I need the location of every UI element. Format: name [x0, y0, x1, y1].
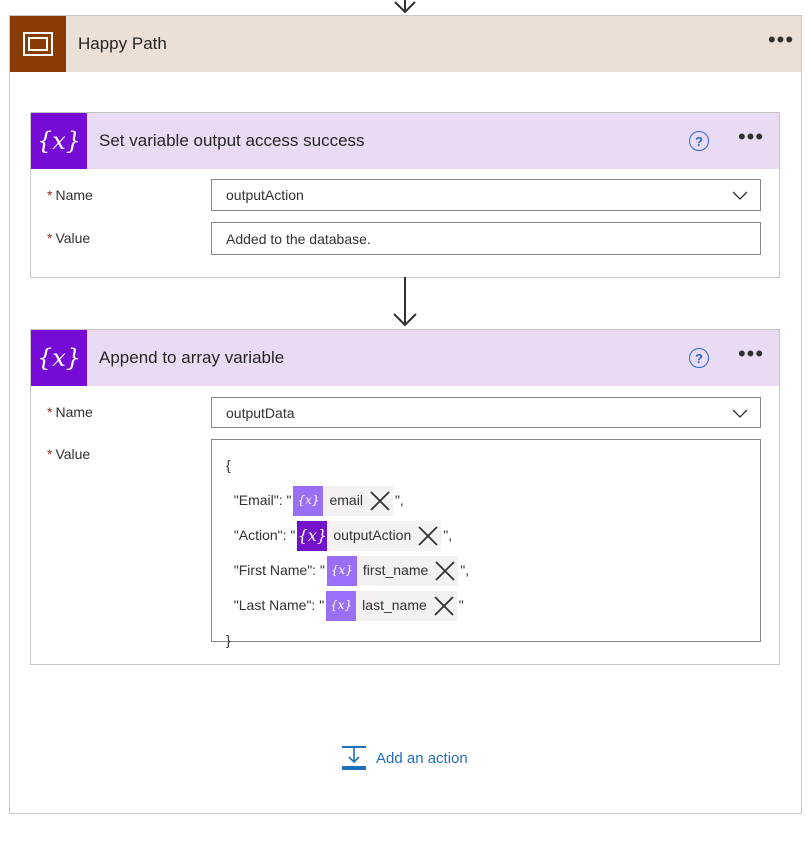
value-json-editor[interactable]: { "Email": " {x} email ", "Action": " {x…	[211, 439, 761, 648]
json-suffix: "	[458, 597, 464, 613]
name-field-label: * Name	[47, 404, 93, 420]
name-field-label: * Name	[47, 187, 93, 203]
json-line-last-name: "Last Name": " {x} last_name "	[226, 588, 746, 623]
token-label: last_name	[362, 597, 427, 613]
remove-token-icon[interactable]	[433, 595, 455, 617]
json-key: "Email": "	[226, 492, 292, 508]
append-array-card-header[interactable]: {x} Append to array variable ? •••	[31, 330, 779, 386]
set-variable-card-header[interactable]: {x} Set variable output access success ?…	[31, 113, 779, 169]
dynamic-token-output-action[interactable]: {x} outputAction	[297, 520, 442, 551]
chevron-down-icon	[732, 409, 748, 418]
scope-more-options-icon[interactable]: •••	[761, 29, 801, 51]
scope-title: Happy Path	[78, 34, 167, 53]
connector-arrow-top	[394, 0, 416, 14]
add-action-label: Add an action	[376, 749, 468, 767]
json-line-first-name: "First Name": " {x} first_name ",	[226, 553, 746, 588]
connector-arrow	[393, 277, 417, 327]
append-array-card-title: Append to array variable	[99, 348, 285, 367]
value-label: Value	[55, 230, 91, 246]
json-key: "First Name": "	[226, 562, 325, 578]
set-variable-more-options-icon[interactable]: •••	[731, 126, 771, 148]
value-input-text: Added to the database.	[226, 230, 371, 247]
help-icon[interactable]: ?	[689, 348, 709, 368]
help-icon[interactable]: ?	[689, 131, 709, 151]
remove-token-icon[interactable]	[369, 490, 391, 512]
value-input[interactable]: Added to the database.	[211, 222, 761, 255]
required-asterisk: *	[47, 187, 53, 203]
value-label: Value	[55, 446, 91, 462]
scope-header[interactable]: Happy Path •••	[10, 16, 801, 72]
dynamic-token-email[interactable]: {x} email	[293, 485, 393, 516]
dynamic-token-first-name[interactable]: {x} first_name	[326, 555, 459, 586]
required-asterisk: *	[47, 446, 53, 462]
remove-token-icon[interactable]	[417, 525, 439, 547]
json-key: "Action": "	[226, 527, 296, 543]
variable-token-icon: {x}	[297, 520, 328, 551]
required-asterisk: *	[47, 404, 53, 420]
token-label: outputAction	[333, 527, 412, 543]
chevron-down-icon	[732, 191, 748, 200]
value-field-label: * Value	[47, 230, 90, 246]
json-suffix: ",	[394, 492, 404, 508]
token-label: first_name	[362, 562, 429, 578]
json-key: "Last Name": "	[226, 597, 325, 613]
variable-token-icon: {x}	[293, 485, 324, 516]
variable-token-icon: {x}	[326, 590, 357, 621]
token-label: email	[329, 492, 363, 508]
json-open-brace: {	[226, 457, 231, 473]
variable-icon: {x}	[31, 113, 87, 169]
json-line-action: "Action": " {x} outputAction ",	[226, 518, 746, 553]
variable-token-icon: {x}	[326, 555, 357, 586]
set-variable-card-title: Set variable output access success	[99, 131, 365, 150]
append-array-more-options-icon[interactable]: •••	[731, 343, 771, 365]
add-action-button[interactable]: Add an action	[341, 745, 468, 771]
json-close-brace: }	[226, 632, 231, 648]
name-label: Name	[55, 404, 93, 420]
append-array-card: {x} Append to array variable ? ••• * Name…	[30, 329, 780, 665]
variable-icon: {x}	[31, 330, 87, 386]
name-label: Name	[55, 187, 93, 203]
name-dropdown[interactable]: outputAction	[211, 179, 761, 211]
name-dropdown[interactable]: outputData	[211, 397, 761, 428]
add-action-icon	[342, 746, 366, 770]
json-line-email: "Email": " {x} email ",	[226, 483, 746, 518]
remove-token-icon[interactable]	[434, 560, 456, 582]
json-suffix: ",	[443, 527, 453, 543]
dynamic-token-last-name[interactable]: {x} last_name	[326, 590, 457, 621]
value-field-label: * Value	[47, 446, 90, 462]
set-variable-card: {x} Set variable output access success ?…	[30, 112, 780, 278]
json-suffix: ",	[460, 562, 470, 578]
name-dropdown-value: outputData	[226, 404, 295, 421]
required-asterisk: *	[47, 230, 53, 246]
scope-happy-path: Happy Path ••• {x} Set variable output a…	[9, 15, 802, 814]
name-dropdown-value: outputAction	[226, 187, 304, 203]
scope-icon	[10, 16, 66, 72]
